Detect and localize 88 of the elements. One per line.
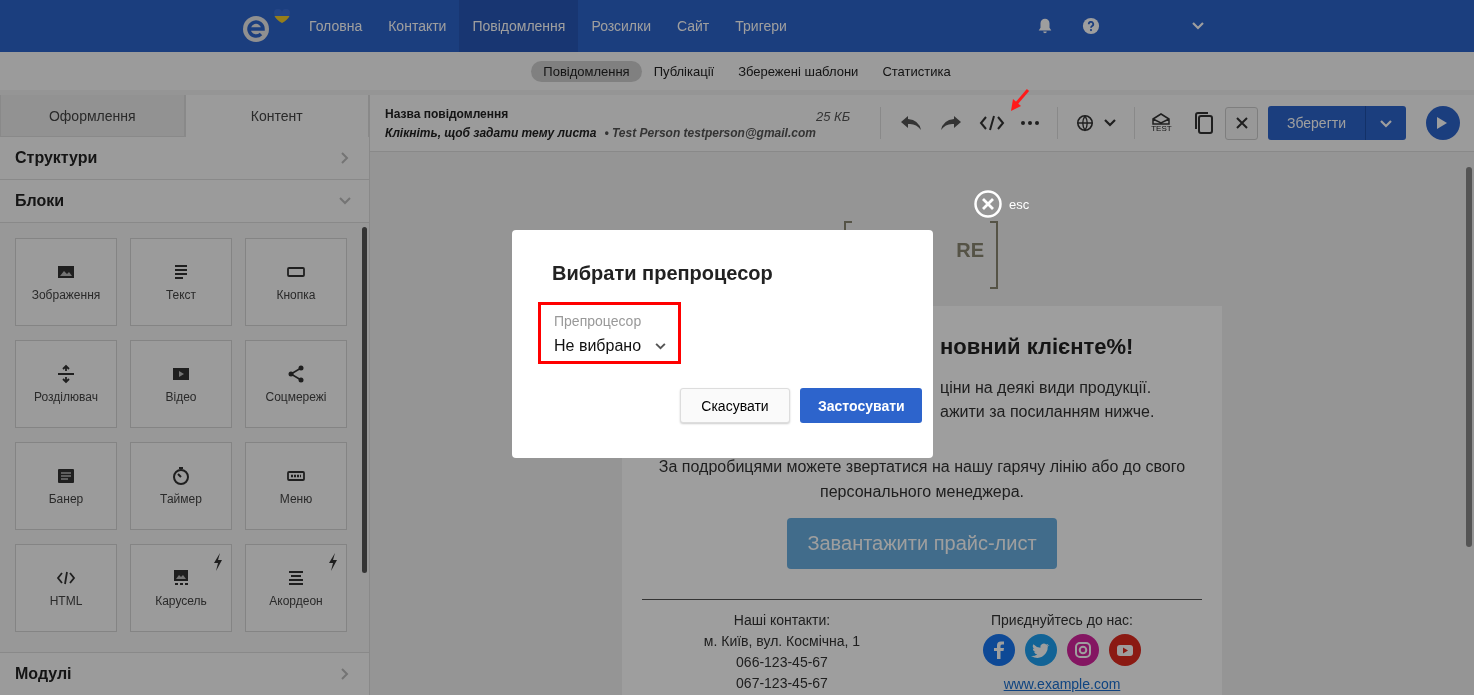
close-button[interactable]	[1225, 106, 1258, 140]
carousel-icon	[171, 568, 191, 588]
block-tile[interactable]: Карусель	[130, 544, 232, 632]
caret-icon	[1380, 119, 1392, 128]
apply-button[interactable]: Застосувати	[800, 388, 922, 423]
share-icon	[286, 364, 306, 384]
block-tile[interactable]: Меню	[245, 442, 347, 530]
block-label: Банер	[48, 492, 84, 506]
contact-text: 066-123-45-67	[736, 653, 828, 672]
block-tile[interactable]: HTML	[15, 544, 117, 632]
block-tile[interactable]: Банер	[15, 442, 117, 530]
message-name[interactable]: Назва повідомлення	[385, 106, 816, 121]
contact-text: м. Київ, вул. Космічна, 1	[703, 632, 861, 651]
block-tile[interactable]: Соцмережі	[245, 340, 347, 428]
facebook-icon[interactable]	[983, 634, 1015, 666]
block-label: Кнопка	[276, 288, 316, 302]
preprocessor-select[interactable]: Препроцесор Не вибрано	[538, 302, 682, 364]
nav-link[interactable]: Розсилки	[578, 0, 664, 52]
instagram-icon[interactable]	[1067, 634, 1099, 666]
divider-icon	[56, 364, 76, 384]
sidebar-tab[interactable]: Контент	[184, 95, 369, 137]
nav-link[interactable]: Контакти	[375, 0, 460, 52]
block-label: Зображення	[31, 288, 101, 302]
bell-icon[interactable]	[1036, 17, 1054, 35]
close-button[interactable]: esc	[974, 190, 1030, 218]
block-label: HTML	[49, 594, 83, 608]
text-lines-icon	[286, 568, 306, 588]
block-label: Акордеон	[269, 594, 323, 608]
social-title: Приєднуйтесь до нас:	[991, 611, 1133, 630]
email-text: ціни на деякі види продукції.	[940, 378, 1153, 398]
subnav-tab[interactable]: Збережені шаблони	[726, 60, 871, 82]
subject-link[interactable]: Клікніть, щоб задати тему листа	[385, 125, 597, 140]
block-label: Таймер	[160, 492, 202, 506]
twitter-icon[interactable]	[1025, 634, 1057, 666]
block-tile[interactable]: Зображення	[15, 238, 117, 326]
timer-icon	[171, 466, 191, 486]
nav-link[interactable]: Повідомлення	[459, 0, 579, 52]
email-heading: новний клієнте%!	[940, 334, 1135, 360]
block-tile[interactable]: Розділювач	[15, 340, 117, 428]
dialog-title: Вибрати препроцесор	[552, 262, 774, 285]
code-icon[interactable]	[979, 114, 1006, 132]
play-icon	[1437, 117, 1447, 129]
help-icon[interactable]	[1082, 17, 1100, 35]
contact-text: 067-123-45-67	[736, 674, 828, 693]
block-tile[interactable]: Кнопка	[245, 238, 347, 326]
block-tile[interactable]: Відео	[130, 340, 232, 428]
size-text: 25 КБ	[815, 109, 851, 124]
globe-icon[interactable]	[1076, 114, 1095, 132]
caret-icon[interactable]	[1104, 119, 1117, 127]
scrollbar[interactable]	[1466, 167, 1472, 547]
section-title: Структури	[15, 149, 98, 167]
nav-link[interactable]: Головна	[296, 0, 376, 52]
subnav-tab[interactable]: Публікації	[641, 60, 727, 82]
nav-link[interactable]: Тригери	[722, 0, 800, 52]
email-text: ажити за посиланням нижче.	[940, 402, 1156, 422]
block-label: Розділювач	[34, 390, 98, 404]
block-label: Соцмережі	[265, 390, 327, 404]
more-icon[interactable]	[1021, 121, 1040, 125]
annotation-arrow-icon	[1008, 88, 1032, 114]
logo-icon[interactable]	[240, 9, 290, 43]
section-title: Модулі	[15, 665, 72, 683]
sidebar-tab[interactable]: Оформлення	[0, 95, 185, 137]
subnav-tab[interactable]: Повідомлення	[531, 60, 642, 82]
block-tile[interactable]: Таймер	[130, 442, 232, 530]
website-link[interactable]: www.example.com	[1003, 674, 1121, 695]
close-icon	[974, 190, 1002, 218]
subnav-tab[interactable]: Статистика	[870, 60, 963, 82]
banner-icon	[56, 466, 76, 486]
save-options-button[interactable]	[1366, 106, 1406, 140]
sender-text: • Test Person testperson@gmail.com	[604, 125, 816, 140]
block-label: Карусель	[155, 594, 207, 608]
caret-icon	[655, 342, 667, 350]
block-label: Відео	[165, 390, 197, 404]
play-button[interactable]	[1426, 106, 1460, 140]
copy-icon[interactable]	[1193, 111, 1214, 135]
email-paragraph: За подробицями можете звертатися на нашу гарячу лінію або до свого персонального менеджера.	[657, 457, 1187, 502]
nav-link[interactable]: Сайт	[664, 0, 723, 52]
block-tile[interactable]: Акордеон	[245, 544, 347, 632]
block-label: Текст	[165, 288, 197, 302]
scrollbar[interactable]	[362, 227, 367, 573]
cancel-button[interactable]: Скасувати	[680, 388, 790, 423]
section-title: Блоки	[15, 192, 65, 210]
contact-text: Наші контакти:	[733, 611, 831, 630]
block-label: Меню	[279, 492, 313, 506]
save-button[interactable]: Зберегти	[1268, 106, 1366, 140]
close-icon	[1235, 117, 1248, 129]
youtube-icon[interactable]	[1109, 634, 1141, 666]
block-tile[interactable]: Текст	[130, 238, 232, 326]
